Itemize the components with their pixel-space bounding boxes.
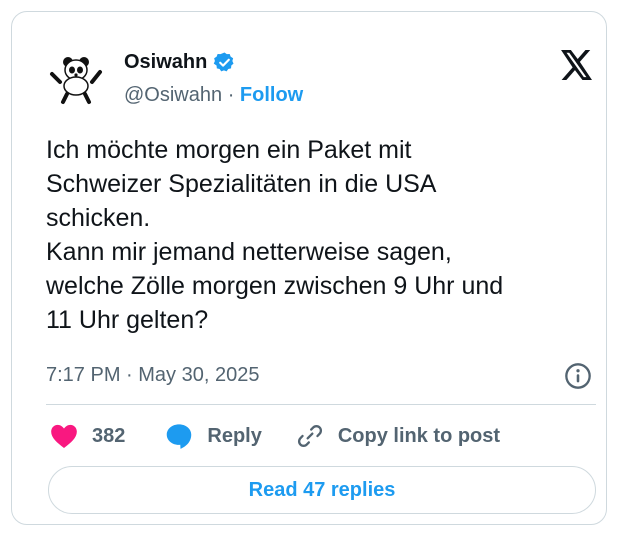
heart-icon [51,424,77,449]
link-icon [297,425,322,447]
like-count: 382 [92,424,126,447]
speech-bubble-icon [167,424,192,449]
reply-label: Reply [207,424,262,447]
reply-button[interactable]: Reply [165,422,262,450]
copy-link-button[interactable]: Copy link to post [296,422,500,450]
author-handle[interactable]: @Osiwahn [124,84,222,106]
avatar[interactable] [48,50,104,106]
like-button[interactable]: 382 [50,423,125,449]
verified-badge-icon [214,51,234,71]
info-icon[interactable] [564,362,592,390]
follow-button[interactable]: Follow [240,84,303,106]
author-name-row[interactable]: Osiwahn [124,49,236,75]
x-logo-icon[interactable] [560,50,594,80]
handle-row: @Osiwahn · Follow [124,82,303,108]
tweet-card: Osiwahn @Osiwahn · Follow Ich möchte mor… [11,11,607,525]
read-replies-button[interactable]: Read 47 replies [48,466,596,514]
author-name[interactable]: Osiwahn [124,49,207,75]
separator: · [227,84,235,106]
divider [46,404,596,405]
tweet-text: Ich möchte morgen ein Paket mit Schweize… [46,136,504,334]
copy-link-label: Copy link to post [337,424,501,447]
timestamp[interactable]: 7:17 PM · May 30, 2025 [46,362,259,388]
action-bar: 382 Reply Copy link to post [50,420,500,452]
